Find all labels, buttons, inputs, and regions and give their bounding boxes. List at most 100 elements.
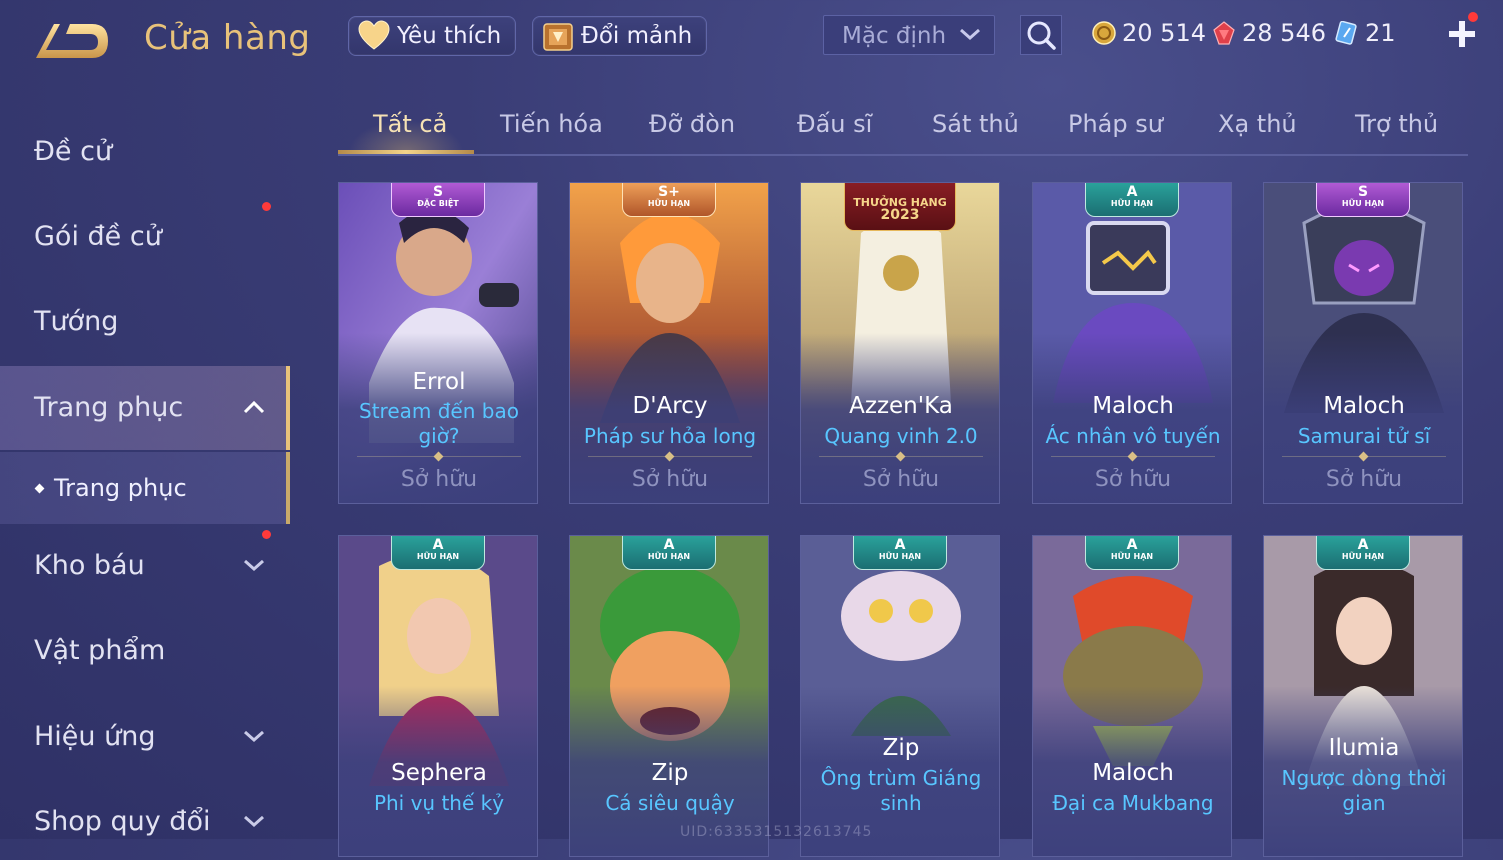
- card-separator: [588, 456, 752, 457]
- skin-card[interactable]: A HỮU HẠN Zip Cá siêu quậy: [569, 535, 769, 857]
- chevron-down-icon: [960, 28, 980, 41]
- owned-status: Sở hữu: [1094, 467, 1172, 492]
- chevron-down-icon: [244, 559, 264, 572]
- chevron-up-icon: [243, 400, 265, 414]
- owned-status: Sở hữu: [400, 467, 478, 492]
- card-separator: [1282, 456, 1446, 457]
- chevron-down-icon: [244, 815, 264, 828]
- sidebar-item-skins[interactable]: Trang phục: [0, 366, 290, 450]
- skin-name: Cá siêu quậy: [605, 791, 735, 815]
- sidebar-item-label: Shop quy đổi: [34, 806, 211, 837]
- back-button[interactable]: [32, 20, 112, 62]
- rarity-badge: S ĐẶC BIỆT: [391, 183, 485, 217]
- sidebar-subitem-skins[interactable]: Trang phục: [0, 452, 290, 524]
- rarity-badge: A HỮU HẠN: [853, 536, 947, 570]
- tab-fighter[interactable]: Đấu sĩ: [797, 110, 872, 138]
- search-button[interactable]: [1020, 15, 1062, 55]
- notification-dot: [262, 202, 271, 211]
- fragment-exchange-button[interactable]: Đổi mảnh: [532, 16, 708, 56]
- back-arrow-icon: [36, 24, 108, 58]
- card-separator: [819, 456, 983, 457]
- skin-card[interactable]: A HỮU HẠN Ilumia Ngược dòng thời gian: [1263, 535, 1463, 857]
- skin-card[interactable]: S HỮU HẠN Maloch Samurai tử sĩ Sở hữu: [1263, 182, 1463, 504]
- skin-card[interactable]: A HỮU HẠN Maloch Đại ca Mukbang: [1032, 535, 1232, 857]
- sidebar-item-exchange-shop[interactable]: Shop quy đổi: [0, 780, 286, 860]
- skin-name: Quang vinh 2.0: [824, 424, 978, 448]
- skin-name: Đại ca Mukbang: [1052, 791, 1214, 815]
- gold-balance: 20 514: [1092, 16, 1206, 50]
- owned-status: Sở hữu: [862, 467, 940, 492]
- sidebar-item-recommended-packs[interactable]: Gói đề cử: [0, 195, 286, 275]
- hero-name: Maloch: [1092, 393, 1174, 419]
- heart-icon: [358, 20, 390, 50]
- top-bar: Cửa hàng Yêu thích Đổi mảnh Mặc định 20: [0, 0, 1503, 80]
- ruby-balance: 28 546: [1212, 16, 1326, 50]
- sidebar-item-items[interactable]: Vật phẩm: [0, 609, 286, 689]
- sidebar-item-label: Tướng: [34, 306, 119, 337]
- sidebar-item-label: Vật phẩm: [34, 635, 166, 666]
- bullet-icon: [34, 483, 45, 494]
- tab-evolution[interactable]: Tiến hóa: [500, 110, 603, 138]
- voucher-icon: [1335, 21, 1357, 45]
- rarity-badge: S HỮU HẠN: [1316, 183, 1410, 217]
- skin-name: Ông trùm Giáng sinh: [820, 766, 982, 815]
- hero-name: Errol: [412, 369, 466, 395]
- sort-dropdown[interactable]: Mặc định: [823, 15, 995, 55]
- hero-name: Maloch: [1092, 760, 1174, 786]
- sidebar-item-treasure[interactable]: Kho báu: [0, 524, 286, 604]
- sidebar-item-effects[interactable]: Hiệu ứng: [0, 695, 286, 775]
- sort-selected-value: Mặc định: [842, 23, 947, 49]
- chevron-down-icon: [244, 730, 264, 743]
- hero-name: Azzen'Ka: [849, 393, 953, 419]
- rarity-badge: A HỮU HẠN: [1316, 536, 1410, 570]
- tab-assassin[interactable]: Sát thủ: [932, 110, 1019, 138]
- skin-name: Pháp sư hỏa long: [583, 424, 757, 448]
- skin-name: Samurai tử sĩ: [1297, 424, 1431, 448]
- tab-tank[interactable]: Đỡ đòn: [649, 110, 735, 138]
- skin-card[interactable]: A HỮU HẠN Maloch Ác nhân vô tuyến Sở hữu: [1032, 182, 1232, 504]
- sidebar-item-heroes[interactable]: Tướng: [0, 280, 286, 360]
- skin-card[interactable]: THƯỞNG HẠNG 2023 Azzen'Ka Quang vinh 2.0 …: [800, 182, 1000, 504]
- card-separator: [1051, 456, 1215, 457]
- sidebar-item-label: Gói đề cử: [34, 221, 162, 252]
- skin-name: Stream đến bao giờ?: [359, 399, 519, 448]
- tab-mage[interactable]: Pháp sư: [1068, 110, 1163, 138]
- skin-name: Phi vụ thế kỷ: [373, 791, 505, 815]
- hero-name: Sephera: [391, 760, 487, 786]
- card-separator: [357, 456, 521, 457]
- hero-name: Ilumia: [1328, 735, 1400, 761]
- fragment-chest-icon: [543, 23, 573, 51]
- topup-plus-button[interactable]: [1446, 18, 1478, 50]
- search-icon: [1027, 21, 1056, 50]
- sidebar-item-recommended[interactable]: Đề cử: [0, 110, 286, 190]
- rarity-badge: A HỮU HẠN: [1085, 536, 1179, 570]
- rarity-badge: A HỮU HẠN: [1085, 183, 1179, 217]
- rarity-badge: S+ HỮU HẠN: [622, 183, 716, 217]
- hero-name: Maloch: [1323, 393, 1405, 419]
- rarity-badge: A HỮU HẠN: [391, 536, 485, 570]
- tab-support[interactable]: Trợ thủ: [1355, 110, 1438, 138]
- user-id-watermark: UID:6335315132613745: [680, 824, 873, 840]
- page-title: Cửa hàng: [144, 18, 311, 58]
- sidebar-subitem-label: Trang phục: [54, 474, 187, 502]
- sidebar: Đề cử Gói đề cử Tướng Trang phục Trang p…: [0, 100, 290, 839]
- sidebar-item-label: Đề cử: [34, 136, 113, 167]
- favorite-button[interactable]: Yêu thích: [348, 16, 517, 56]
- skin-card[interactable]: A HỮU HẠN Zip Ông trùm Giáng sinh: [800, 535, 1000, 857]
- role-tabs: Tất cả Tiến hóa Đỡ đòn Đấu sĩ Sát thủ Ph…: [338, 100, 1468, 156]
- owned-status: Sở hữu: [1325, 467, 1403, 492]
- favorite-label: Yêu thích: [397, 23, 502, 49]
- tab-marksman[interactable]: Xạ thủ: [1218, 110, 1297, 138]
- skin-card[interactable]: S ĐẶC BIỆT Errol Stream đến bao giờ? Sở h…: [338, 182, 538, 504]
- skin-card[interactable]: A HỮU HẠN Sephera Phi vụ thế kỷ: [338, 535, 538, 857]
- fragment-label: Đổi mảnh: [581, 23, 693, 49]
- sidebar-item-label: Hiệu ứng: [34, 721, 156, 752]
- notification-dot: [1468, 12, 1478, 22]
- sidebar-item-label: Kho báu: [34, 550, 145, 581]
- owned-status: Sở hữu: [631, 467, 709, 492]
- sidebar-item-label: Trang phục: [34, 392, 184, 423]
- rarity-badge: A HỮU HẠN: [622, 536, 716, 570]
- skin-card[interactable]: S+ HỮU HẠN D'Arcy Pháp sư hỏa long Sở hữu: [569, 182, 769, 504]
- hero-name: D'Arcy: [632, 393, 708, 419]
- tab-all[interactable]: Tất cả: [373, 110, 447, 138]
